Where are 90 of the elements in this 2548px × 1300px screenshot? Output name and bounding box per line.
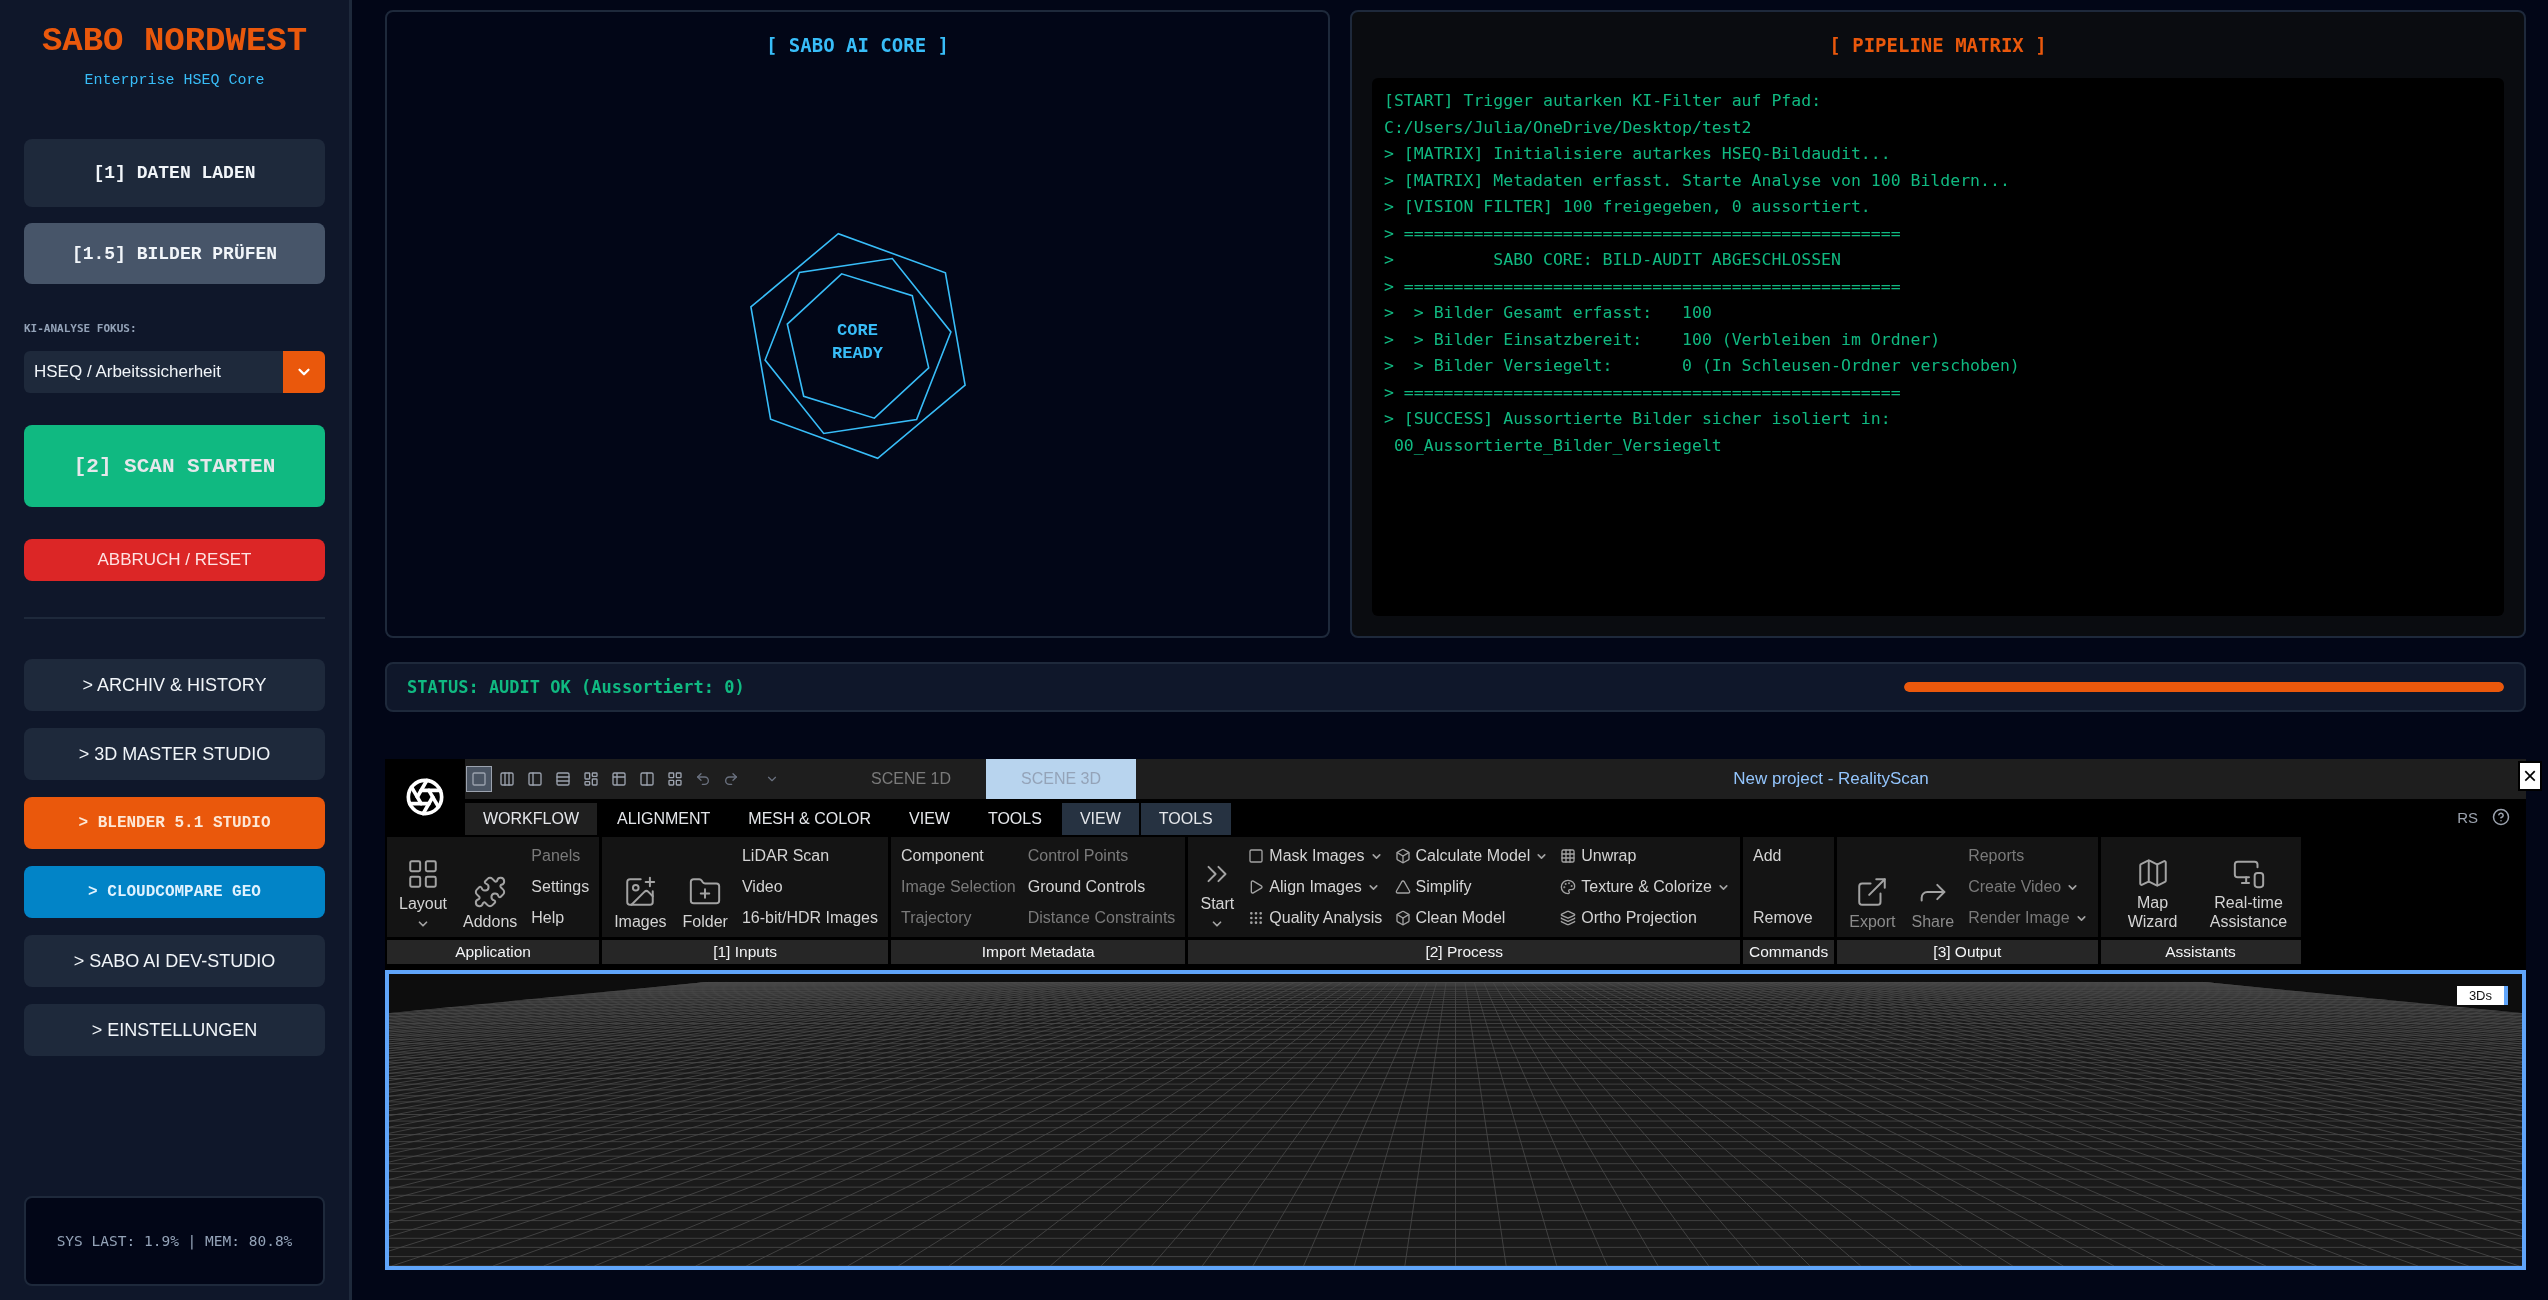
triangle-icon bbox=[1394, 879, 1411, 895]
ribbon-command[interactable]: Ortho Projection bbox=[1560, 905, 1730, 931]
log-line: > > Bilder Versiegelt: 0 (In Schleusen-Ordner verschoben) bbox=[1384, 355, 2021, 377]
group-label: [1] Inputs bbox=[602, 940, 888, 964]
ribbon-command[interactable]: Settings bbox=[531, 874, 590, 900]
account-label[interactable]: RS bbox=[2457, 808, 2478, 826]
ribbon-command[interactable]: Video bbox=[741, 874, 878, 900]
ribbon-command[interactable]: Ground Controls bbox=[1027, 874, 1176, 900]
close-button[interactable]: × bbox=[2518, 761, 2542, 791]
layout-icon[interactable] bbox=[466, 766, 492, 792]
ribbon-tab[interactable]: TOOLS bbox=[1140, 803, 1231, 835]
ribbon-button[interactable]: Start bbox=[1198, 843, 1237, 931]
palette-icon bbox=[1560, 879, 1577, 895]
brand-subtitle: Enterprise HSEQ Core bbox=[83, 72, 266, 89]
core-status: CORE READY bbox=[831, 320, 884, 365]
log-line: > [MATRIX] Metadaten erfasst. Starte Analyse von 100 Bildern... bbox=[1384, 169, 2011, 192]
log-line: > [MATRIX] Initialisiere autarkes HSEQ-Bildaudit... bbox=[1384, 143, 1892, 165]
ribbon-button[interactable]: Folder bbox=[680, 843, 730, 931]
action-button[interactable]: [1] DATEN LADEN bbox=[24, 139, 325, 207]
dots-icon bbox=[1248, 910, 1265, 926]
ribbon-button[interactable]: Real-time Assistance bbox=[2206, 843, 2291, 931]
log-line: > SABO CORE: BILD-AUDIT ABGESCHLOSSEN bbox=[1384, 249, 1842, 271]
ribbon-command[interactable]: Align Images bbox=[1248, 874, 1383, 900]
group-label: [2] Process bbox=[1188, 940, 1740, 964]
log-line: > > Bilder Gesamt erfasst: 100 bbox=[1384, 302, 1713, 324]
ribbon-command[interactable]: Quality Analysis bbox=[1248, 905, 1383, 931]
log-line: [START] Trigger autarken KI-Filter auf Pfad: bbox=[1384, 90, 1823, 112]
panel-title: [ PIPELINE MATRIX ] bbox=[1829, 34, 2047, 56]
group-label: Assistants bbox=[2100, 940, 2301, 964]
ribbon-command[interactable]: 16-bit/HDR Images bbox=[741, 905, 878, 931]
focus-select[interactable]: HSEQ / Arbeitssicherheit bbox=[24, 351, 325, 393]
nav-button[interactable]: > CLOUDCOMPARE GEO bbox=[24, 866, 325, 918]
status-text: STATUS: AUDIT OK (Aussortiert: 0) bbox=[407, 677, 745, 697]
ribbon-command[interactable]: Simplify bbox=[1394, 874, 1549, 900]
scene-tab[interactable]: SCENE 1D bbox=[836, 759, 986, 799]
reset-button[interactable]: ABBRUCH / RESET bbox=[24, 539, 325, 581]
ribbon-tab[interactable]: MESH & COLOR bbox=[730, 803, 890, 835]
brand-title: SABO NORDWEST bbox=[40, 22, 309, 60]
layers-icon bbox=[1560, 910, 1577, 926]
play-icon bbox=[1248, 879, 1265, 895]
log-line: > ================================================== bbox=[1384, 381, 1902, 404]
log-line: > [SUCCESS] Aussortierte Bilder sicher isoliert in: bbox=[1384, 408, 1892, 430]
ribbon-tab[interactable]: WORKFLOW bbox=[465, 803, 597, 835]
ribbon-tab[interactable]: TOOLS bbox=[969, 803, 1060, 835]
log-line: > ================================================== bbox=[1384, 222, 1902, 245]
3d-viewport[interactable]: 3Ds bbox=[385, 970, 2526, 1270]
ribbon-command[interactable]: Unwrap bbox=[1560, 843, 1730, 869]
help-icon[interactable] bbox=[2492, 808, 2510, 826]
ribbon-tab[interactable]: ALIGNMENT bbox=[599, 803, 729, 835]
nav-button[interactable]: > 3D MASTER STUDIO bbox=[24, 728, 325, 780]
log-line: > ================================================== bbox=[1384, 275, 1902, 298]
image-plus-icon bbox=[623, 874, 658, 909]
ribbon-command[interactable]: LiDAR Scan bbox=[741, 843, 878, 869]
panel-title: [ SABO AI CORE ] bbox=[766, 34, 949, 56]
ribbon-command[interactable]: Component bbox=[901, 843, 1016, 869]
log-line: C:/Users/Julia/OneDrive/Desktop/test2 bbox=[1384, 116, 1753, 139]
nav-button[interactable]: > ARCHIV & HISTORY bbox=[24, 659, 325, 711]
ribbon-button[interactable]: Map Wizard bbox=[2110, 843, 2195, 931]
puzzle-icon bbox=[473, 874, 508, 909]
ribbon-tab[interactable]: VIEW bbox=[891, 803, 968, 835]
cube-icon bbox=[1394, 848, 1411, 864]
ribbon-command[interactable]: Clean Model bbox=[1394, 905, 1549, 931]
ribbon-command[interactable]: Mask Images bbox=[1248, 843, 1383, 869]
view-mode-label: 3Ds bbox=[2456, 986, 2508, 1005]
ribbon-command[interactable]: Calculate Model bbox=[1394, 843, 1549, 869]
group-label: [3] Output bbox=[1837, 940, 2098, 964]
square-icon bbox=[1248, 848, 1265, 864]
ribbon-tab[interactable]: VIEW bbox=[1061, 803, 1139, 835]
group-label: Import Metadata bbox=[891, 940, 1186, 964]
log-line: > > Bilder Einsatzbereit: 100 (Verbleiben im Ordner) bbox=[1384, 328, 1942, 351]
ribbon-command[interactable]: Help bbox=[531, 905, 590, 931]
ribbon-button[interactable]: Layout bbox=[397, 843, 450, 931]
log-line: 00_Aussortierte_Bilder_Versiegelt bbox=[1392, 434, 1723, 457]
ribbon-command[interactable]: Add bbox=[1752, 843, 1813, 869]
ribbon-button[interactable]: Addons bbox=[461, 843, 520, 931]
action-button[interactable]: [1.5] BILDER PRÜFEN bbox=[24, 223, 325, 284]
nav-button[interactable]: > SABO AI DEV-STUDIO bbox=[24, 935, 325, 987]
log-line: > [VISION FILTER] 100 freigegeben, 0 aussortiert. bbox=[1384, 196, 1872, 218]
system-stats: SYS LAST: 1.9% | MEM: 80.8% bbox=[24, 1196, 325, 1286]
ribbon-button[interactable]: Images bbox=[612, 843, 669, 931]
ribbon-command[interactable]: Remove bbox=[1752, 905, 1813, 931]
ribbon-command[interactable]: Texture & Colorize bbox=[1560, 874, 1730, 900]
window-title: New project - RealityScan bbox=[1732, 768, 1930, 790]
cube-icon bbox=[1394, 910, 1411, 926]
checker-icon bbox=[1560, 848, 1577, 864]
group-label: Commands bbox=[1742, 940, 1835, 964]
focus-label: KI-ANALYSE FOKUS: bbox=[24, 322, 138, 335]
chevron-down-icon bbox=[283, 351, 325, 393]
nav-button[interactable]: > EINSTELLUNGEN bbox=[24, 1004, 325, 1056]
group-label: Application bbox=[387, 940, 600, 964]
